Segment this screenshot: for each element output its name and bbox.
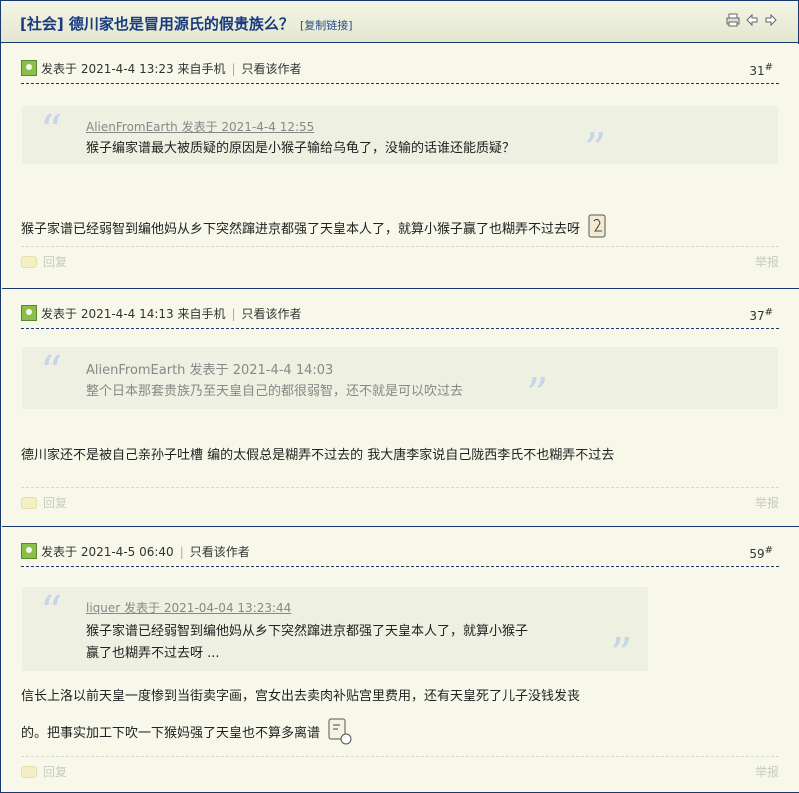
floor-number[interactable]: 37# xyxy=(749,307,773,323)
post-header: 发表于 2021-4-4 13:23 来自手机 | 只看该作者 31# xyxy=(21,58,779,84)
user-avatar-icon xyxy=(21,543,37,559)
post-59: 发表于 2021-4-5 06:40 | 只看该作者 59# “ liquer 发表… xyxy=(2,527,799,792)
quote-author[interactable]: AlienFromEarth 发表于 2021-4-4 12:55 xyxy=(86,118,314,135)
post-31: 发表于 2021-4-4 13:23 来自手机 | 只看该作者 31# “ Alie… xyxy=(2,44,799,289)
open-quote-icon: “ xyxy=(40,347,63,398)
close-quote-icon: ” xyxy=(610,629,633,680)
quote-text: 猴子家谱已经弱智到编他妈从乡下突然蹿进京都强了天皇本人了，就算小猴子 xyxy=(86,624,529,639)
emoticon-icon xyxy=(586,213,610,241)
thread-frame: [社会] 德川家也是冒用源氏的假贵族么？ [复制链接] 发表于 2021-4-4 … xyxy=(0,0,799,793)
quote-author[interactable]: liquer 发表于 2021-04-04 13:23:44 xyxy=(86,599,291,616)
next-icon[interactable] xyxy=(764,13,778,27)
post-meta: 发表于 2021-4-4 14:13 来自手机 xyxy=(41,307,226,321)
thread-tools xyxy=(726,13,778,27)
emoticon-icon xyxy=(326,717,352,745)
quote-block: “ AlienFromEarth 发表于 2021-4-4 12:55 猴子编家… xyxy=(22,106,778,172)
quote-text: 猴子编家谱最大被质疑的原因是小猴子输给乌龟了，没输的话谁还能质疑？ xyxy=(86,141,516,156)
thread-title-text: [社会] 德川家也是冒用源氏的假贵族么？ xyxy=(20,15,294,33)
close-quote-icon: ” xyxy=(526,369,549,420)
post-body: 的。把事实加工下吹一下猴妈强了天皇也不算多离谱 xyxy=(21,717,352,745)
floor-number[interactable]: 31# xyxy=(749,62,773,78)
user-avatar-icon xyxy=(21,305,37,321)
quote-text: 整个日本那套贵族乃至天皇自己的都很弱智，还不就是可以吹过去 xyxy=(86,384,464,399)
post-37: 发表于 2021-4-4 14:13 来自手机 | 只看该作者 37# “ Alie… xyxy=(2,289,799,527)
post-body-line: 猴子家谱已经弱智到编他妈从乡下突然蹿进京都强了天皇本人了，就算小猴子赢了也糊弄不… xyxy=(21,222,581,237)
post-header: 发表于 2021-4-5 06:40 | 只看该作者 59# xyxy=(21,541,779,567)
post-footer: 回复 举报 xyxy=(21,487,779,511)
report-button[interactable]: 举报 xyxy=(755,253,779,270)
print-icon[interactable] xyxy=(726,13,740,27)
reply-icon xyxy=(21,766,37,778)
post-header: 发表于 2021-4-4 14:13 来自手机 | 只看该作者 37# xyxy=(21,303,779,329)
thread-header: [社会] 德川家也是冒用源氏的假贵族么？ [复制链接] xyxy=(1,1,798,43)
user-avatar-icon xyxy=(21,60,37,76)
post-body-line: 的。把事实加工下吹一下猴妈强了天皇也不算多离谱 xyxy=(21,726,321,741)
close-quote-icon: ” xyxy=(584,124,607,175)
floor-number[interactable]: 59# xyxy=(749,545,773,561)
open-quote-icon: “ xyxy=(40,587,63,638)
quote-block: “ liquer 发表于 2021-04-04 13:23:44 猴子家谱已经弱… xyxy=(22,587,648,677)
post-meta: 发表于 2021-4-4 13:23 来自手机 xyxy=(41,62,226,76)
post-body: 德川家还不是被自己亲孙子吐槽 编的太假总是糊弄不过去的 我大唐李家说自己陇西李氏… xyxy=(21,444,614,463)
copy-link-button[interactable]: [复制链接] xyxy=(300,19,353,32)
reply-button[interactable]: 回复 xyxy=(21,494,67,511)
thread-title: [社会] 德川家也是冒用源氏的假贵族么？ [复制链接] xyxy=(20,13,353,34)
quote-text: 赢了也糊弄不过去呀 ... xyxy=(86,646,220,661)
only-author-link[interactable]: 只看该作者 xyxy=(242,62,302,76)
reply-button[interactable]: 回复 xyxy=(21,253,67,270)
open-quote-icon: “ xyxy=(40,106,63,157)
only-author-link[interactable]: 只看该作者 xyxy=(242,307,302,321)
only-author-link[interactable]: 只看该作者 xyxy=(190,545,250,559)
post-body: 猴子家谱已经弱智到编他妈从乡下突然蹿进京都强了天皇本人了，就算小猴子赢了也糊弄不… xyxy=(21,213,610,241)
post-body-line: 德川家还不是被自己亲孙子吐槽 编的太假总是糊弄不过去的 我大唐李家说自己陇西李氏… xyxy=(21,448,615,463)
quote-block: “ AlienFromEarth 发表于 2021-4-4 14:03 整个日本… xyxy=(22,347,778,417)
post-footer: 回复 举报 xyxy=(21,246,779,270)
post-body-line: 信长上洛以前天皇一度惨到当街卖字画，宫女出去卖肉补贴宫里费用，还有天皇死了儿子没… xyxy=(21,689,581,704)
report-button[interactable]: 举报 xyxy=(755,494,779,511)
reply-button[interactable]: 回复 xyxy=(21,763,67,780)
prev-icon[interactable] xyxy=(745,13,759,27)
quote-author[interactable]: AlienFromEarth 发表于 2021-4-4 14:03 xyxy=(86,359,333,378)
post-meta: 发表于 2021-4-5 06:40 xyxy=(41,545,174,559)
report-button[interactable]: 举报 xyxy=(755,763,779,780)
reply-icon xyxy=(21,497,37,509)
reply-icon xyxy=(21,256,37,268)
post-footer: 回复 举报 xyxy=(21,756,779,780)
